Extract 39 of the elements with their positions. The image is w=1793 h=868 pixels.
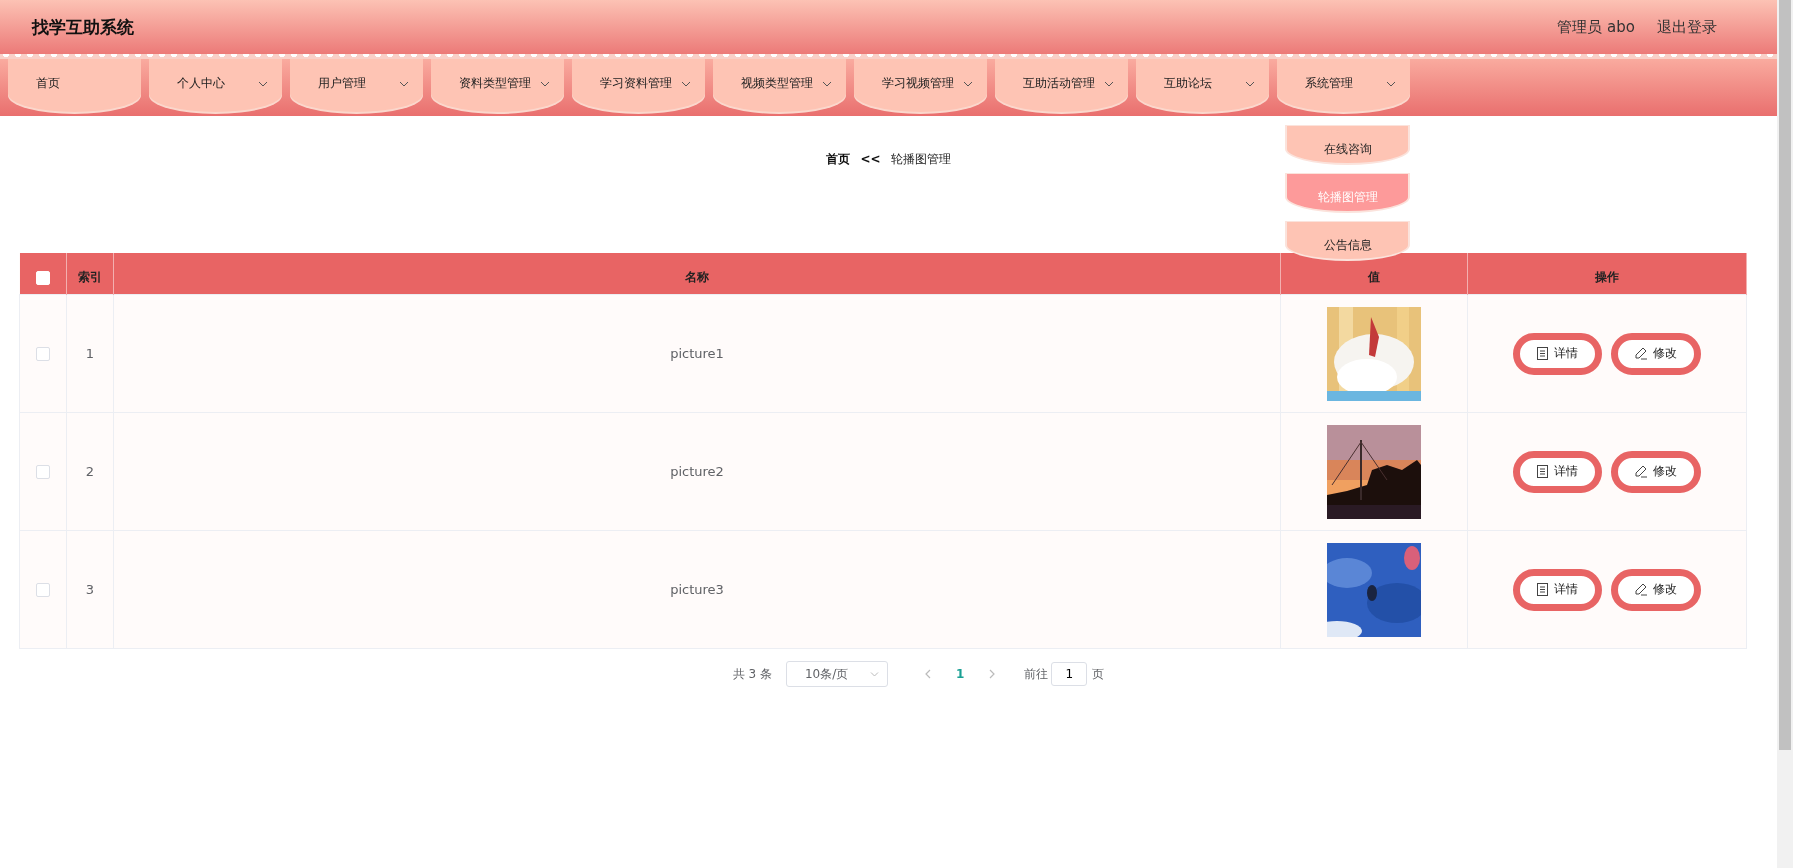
header-cell: 名称 xyxy=(113,253,1281,295)
table-cell: picture1 xyxy=(113,294,1281,413)
breadcrumb-current: 轮播图管理 xyxy=(890,150,951,168)
nav-item[interactable]: 互助论坛 xyxy=(1136,59,1269,112)
edit-button[interactable]: 修改 xyxy=(1611,568,1701,611)
nav-item[interactable]: 资料类型管理 xyxy=(431,59,564,112)
details-button[interactable]: 详情 xyxy=(1513,450,1602,493)
nav-item[interactable]: 学习资料管理 xyxy=(572,59,705,112)
total-count: 共 3 条 xyxy=(732,665,772,683)
edit-button[interactable]: 修改 xyxy=(1611,450,1701,493)
nav-item[interactable]: 互助活动管理 xyxy=(995,59,1128,112)
dropdown-item[interactable]: 在线咨询 xyxy=(1285,125,1410,165)
table-cell: 1 xyxy=(66,294,114,413)
header-cell: 操作 xyxy=(1467,253,1747,295)
table-cell: 2 xyxy=(66,412,114,531)
header-cell: 索引 xyxy=(66,253,114,295)
details-button[interactable]: 详情 xyxy=(1513,568,1602,611)
breadcrumb-link[interactable]: 首页 xyxy=(826,150,851,168)
edit-button[interactable]: 修改 xyxy=(1611,332,1701,375)
app-title: 找学互助系统 xyxy=(32,15,134,39)
nav-item[interactable]: 首页 xyxy=(8,59,141,112)
user-name: 管理员 abo xyxy=(1557,17,1635,37)
nav-item[interactable]: 视频类型管理 xyxy=(713,59,846,112)
goto-label: 前往 xyxy=(1024,665,1049,683)
breadcrumb-separator: << xyxy=(860,152,881,166)
table-cell: 3 xyxy=(66,530,114,649)
goto-page-field[interactable]: 1 xyxy=(1051,662,1088,686)
details-button[interactable]: 详情 xyxy=(1513,332,1602,375)
page-size-select[interactable]: 10条/页 xyxy=(785,661,889,687)
nav-item[interactable]: 用户管理 xyxy=(290,59,423,112)
nav-item[interactable]: 个人中心 xyxy=(149,59,282,112)
table-cell: picture3 xyxy=(113,530,1281,649)
nav-item[interactable]: 学习视频管理 xyxy=(854,59,987,112)
dropdown-item[interactable]: 公告信息 xyxy=(1285,221,1410,261)
logout-link[interactable]: 退出登录 xyxy=(1657,17,1717,37)
table-cell: picture2 xyxy=(113,412,1281,531)
nav-item[interactable]: 系统管理 xyxy=(1277,59,1410,112)
header-cell: 值 xyxy=(1280,253,1468,295)
page-unit: 页 xyxy=(1092,665,1105,683)
